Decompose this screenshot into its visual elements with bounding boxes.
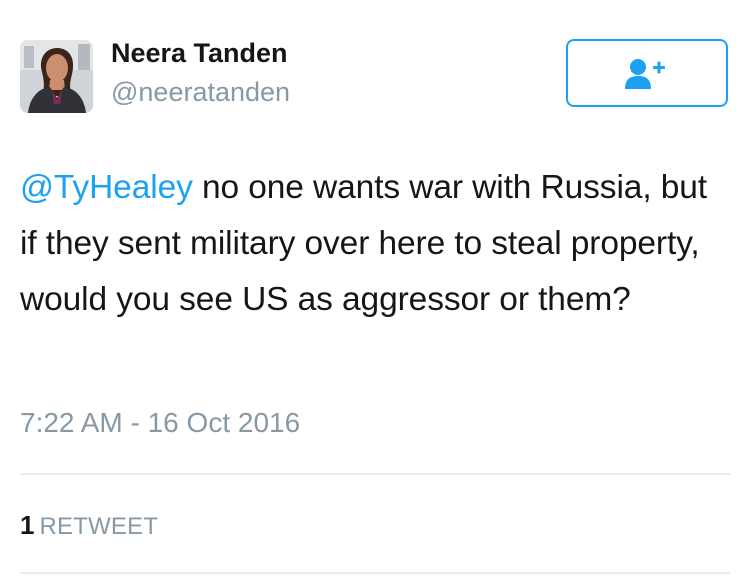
retweet-count: 1 bbox=[20, 510, 35, 540]
tweet-text: @TyHealey no one wants war with Russia, … bbox=[20, 160, 725, 328]
follow-button[interactable] bbox=[566, 39, 728, 107]
display-name[interactable]: Neera Tanden bbox=[111, 38, 288, 69]
follow-user-icon bbox=[625, 59, 665, 89]
user-handle[interactable]: @neeratanden bbox=[111, 77, 290, 108]
retweet-label: RETWEET bbox=[39, 513, 159, 540]
divider bbox=[20, 473, 730, 475]
tweet-timestamp[interactable]: 7:22 AM - 16 Oct 2016 bbox=[20, 407, 300, 439]
divider bbox=[20, 572, 730, 574]
avatar[interactable] bbox=[20, 40, 93, 113]
profile-photo-icon bbox=[20, 40, 93, 113]
mention-link[interactable]: @TyHealey bbox=[20, 169, 193, 206]
retweet-stat[interactable]: 1 RETWEET bbox=[20, 510, 158, 541]
